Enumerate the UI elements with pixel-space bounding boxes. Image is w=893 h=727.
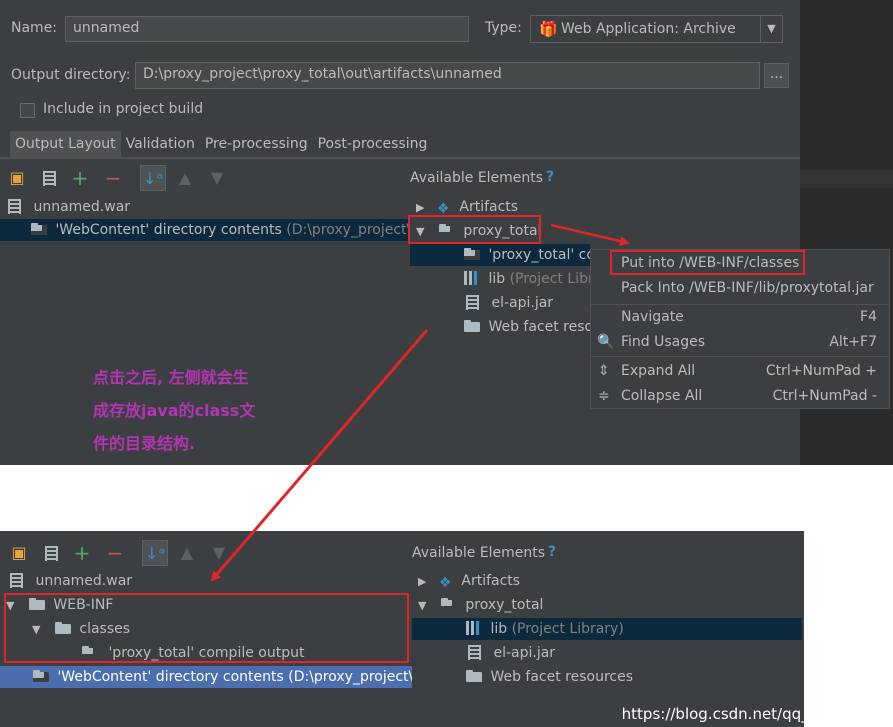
annotation-arrows (210, 223, 630, 582)
arrow-to-result (210, 329, 429, 582)
arrow-to-menu (550, 223, 630, 247)
watermark: https://blog.csdn.net/qq_42986107 (621, 705, 885, 723)
